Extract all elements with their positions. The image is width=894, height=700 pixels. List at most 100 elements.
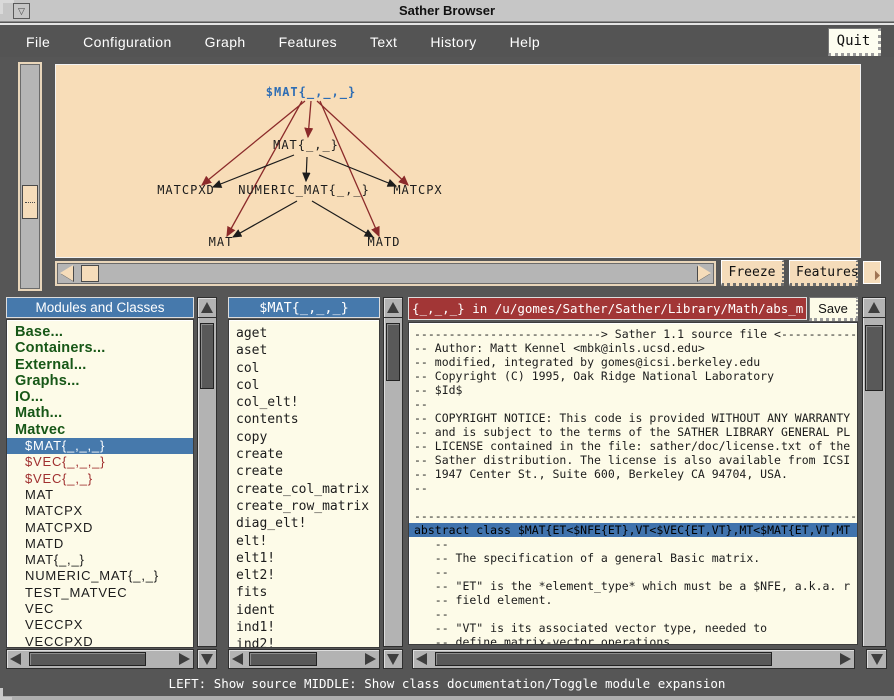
list-item[interactable]: create_row_matrix [229, 498, 379, 515]
list-item[interactable]: NUMERIC_MAT{_,_} [7, 568, 193, 584]
list-item[interactable]: MAT [7, 487, 193, 503]
left-arrow-icon[interactable] [232, 653, 243, 665]
menu-item[interactable]: Configuration [83, 34, 171, 50]
list-item[interactable]: $VEC{_,_} [7, 471, 193, 487]
list-item[interactable]: Containers... [7, 340, 193, 356]
graph-node-mat[interactable]: $MAT{_,_,_} [266, 85, 356, 100]
list-item[interactable]: VEC [7, 601, 193, 617]
features-scroll-down-button[interactable] [383, 649, 403, 669]
list-item[interactable]: create [229, 446, 379, 463]
list-item[interactable]: ind2! [229, 636, 379, 648]
list-item[interactable]: create_col_matrix [229, 481, 379, 498]
source-vertical-scrollbar[interactable] [862, 297, 886, 647]
features-vscrollbar-thumb[interactable] [386, 323, 400, 381]
features-hscrollbar-thumb[interactable] [249, 652, 317, 666]
modules-scroll-up-button[interactable] [198, 298, 216, 318]
list-item[interactable]: Graphs... [7, 373, 193, 389]
list-item[interactable]: External... [7, 357, 193, 373]
list-item[interactable]: IO... [7, 389, 193, 405]
list-item[interactable]: fits [229, 584, 379, 601]
list-item[interactable]: col [229, 377, 379, 394]
menu-items: File Configuration Graph Features Text Histor… [26, 25, 540, 59]
list-item[interactable]: elt1! [229, 550, 379, 567]
source-vscrollbar-thumb[interactable] [865, 325, 883, 391]
list-item[interactable]: elt2! [229, 567, 379, 584]
source-hscrollbar-thumb[interactable] [435, 652, 772, 666]
menu-bar: File Configuration Graph Features Text Histor… [0, 23, 894, 57]
source-scroll-down-button[interactable] [866, 649, 887, 669]
graph-node-matcpxd[interactable]: MATCPXD [157, 183, 215, 197]
freeze-button[interactable]: Freeze [721, 260, 784, 286]
graph-horizontal-scrollbar[interactable] [55, 261, 716, 286]
title-bar[interactable]: ▽ Sather Browser [0, 0, 894, 22]
list-item[interactable]: MATD [7, 536, 193, 552]
menu-item[interactable]: File [26, 34, 50, 50]
left-arrow-icon[interactable] [10, 653, 21, 665]
menu-item[interactable]: Graph [205, 34, 246, 50]
list-item[interactable]: Math... [7, 405, 193, 421]
graph-vertical-scrollbar[interactable] [18, 62, 42, 291]
frame-bottom-edge [0, 696, 894, 700]
right-arrow-icon[interactable] [365, 653, 376, 665]
list-item[interactable]: ind1! [229, 619, 379, 636]
up-arrow-icon [201, 302, 213, 313]
source-horizontal-scrollbar[interactable] [412, 649, 855, 669]
modules-list[interactable]: Base...Containers...External...Graphs...… [6, 319, 194, 648]
menu-item[interactable]: Help [510, 34, 540, 50]
source-line: -- Author: Matt Kennel <mbk@inls.ucsd.ed… [414, 341, 857, 355]
list-item[interactable]: MATCPX [7, 503, 193, 519]
features-list[interactable]: agetasetcolcolcol_elt!contentscopycreate… [228, 319, 380, 648]
graph-node-mat[interactable]: MAT [209, 235, 234, 249]
list-item[interactable]: copy [229, 429, 379, 446]
list-item[interactable]: diag_elt! [229, 515, 379, 532]
list-item[interactable]: aset [229, 342, 379, 359]
menu-item[interactable]: History [430, 34, 476, 50]
list-item[interactable]: Base... [7, 324, 193, 340]
list-item[interactable]: col_elt! [229, 394, 379, 411]
modules-vscrollbar-thumb[interactable] [200, 323, 214, 389]
right-arrow-icon[interactable] [840, 653, 851, 665]
modules-horizontal-scrollbar[interactable] [6, 649, 194, 669]
graph-node-numericmat[interactable]: NUMERIC_MAT{_,_} [238, 183, 370, 197]
list-item[interactable]: MATCPXD [7, 520, 193, 536]
modules-vertical-scrollbar[interactable] [197, 297, 217, 647]
graph-node-matd[interactable]: MATD [368, 235, 401, 249]
save-button[interactable]: Save [809, 297, 858, 321]
list-item[interactable]: col [229, 360, 379, 377]
source-code[interactable]: ---------------------------> Sather 1.1 … [408, 322, 858, 645]
source-line: -- Sather distribution. The license is a… [414, 453, 857, 467]
modules-hscrollbar-thumb[interactable] [29, 652, 146, 666]
modules-scroll-down-button[interactable] [197, 649, 217, 669]
features-button[interactable]: Features [789, 260, 858, 286]
menu-item[interactable]: Features [279, 34, 337, 50]
list-item[interactable]: TEST_MATVEC [7, 585, 193, 601]
right-arrow-icon[interactable] [179, 653, 190, 665]
list-item[interactable]: $MAT{_,_,_} [7, 438, 193, 454]
list-item[interactable]: VECCPX [7, 617, 193, 633]
left-arrow-icon[interactable] [416, 653, 427, 665]
source-scroll-up-button[interactable] [863, 298, 885, 318]
list-item[interactable]: MAT{_,_} [7, 552, 193, 568]
graph-scroll-left-icon[interactable] [60, 265, 73, 281]
list-item[interactable]: $VEC{_,_,_} [7, 454, 193, 470]
graph-vscrollbar-thumb[interactable] [22, 185, 38, 219]
features-horizontal-scrollbar[interactable] [228, 649, 380, 669]
graph-hscrollbar-thumb[interactable] [81, 265, 99, 282]
features-vertical-scrollbar[interactable] [383, 297, 403, 647]
graph-scroll-corner-button[interactable] [863, 261, 881, 284]
list-item[interactable]: elt! [229, 533, 379, 550]
graph-node-matcpx[interactable]: MATCPX [393, 183, 442, 197]
list-item[interactable]: Matvec [7, 422, 193, 438]
list-item[interactable]: VECCPXD [7, 634, 193, 648]
list-item[interactable]: create [229, 463, 379, 480]
features-scroll-up-button[interactable] [384, 298, 402, 318]
list-item[interactable]: aget [229, 325, 379, 342]
graph-scroll-right-icon[interactable] [698, 265, 711, 281]
quit-button[interactable]: Quit [828, 28, 881, 56]
graph-canvas[interactable]: $MAT{_,_,_} MAT{_,_} MATCPXD NUMERIC_MAT{_,… [55, 64, 861, 258]
list-item[interactable]: contents [229, 411, 379, 428]
menu-item[interactable]: Text [370, 34, 397, 50]
list-item[interactable]: ident [229, 602, 379, 619]
features-panel-header: $MAT{_,_,_} [228, 297, 380, 318]
graph-node-mat[interactable]: MAT{_,_} [273, 138, 339, 152]
